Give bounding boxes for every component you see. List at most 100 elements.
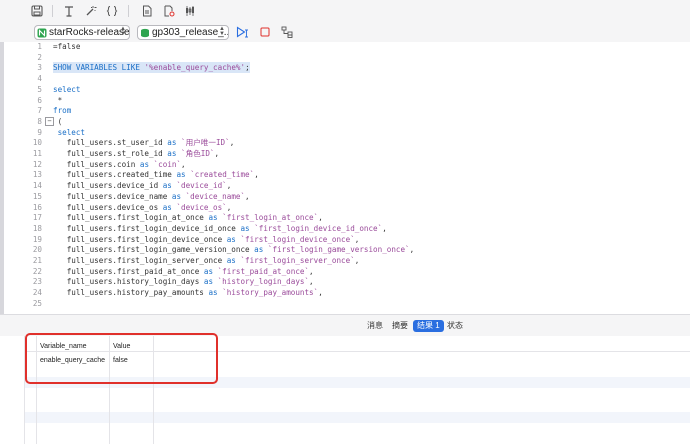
line-number: 4 <box>37 74 42 84</box>
line-number: 15 <box>32 191 42 201</box>
column-header-variable-name[interactable]: Variable_name <box>40 341 87 352</box>
database-name: gp303_release_... <box>152 27 228 38</box>
result-grid: Variable_name Value enable_query_cache f… <box>0 336 690 444</box>
line-number: 10 <box>32 138 42 148</box>
code-line[interactable]: 22 full_users.first_paid_at_once as `fir… <box>4 266 690 277</box>
code-text: full_users.st_role_id as `角色ID`, <box>53 149 220 158</box>
grid-empty-row <box>24 377 690 388</box>
code-line[interactable]: 12 full_users.coin as `coin`, <box>4 159 690 170</box>
line-number: 11 <box>32 149 42 158</box>
code-line[interactable]: 14 full_users.device_id as `device_id`, <box>4 180 690 191</box>
grid-empty-row <box>24 412 690 423</box>
code-line[interactable]: 1 =false <box>4 42 690 52</box>
code-text: ( <box>53 116 63 126</box>
connection-select[interactable]: starRocks-release ▲ ▼ <box>34 25 130 40</box>
code-text: =false <box>53 42 81 51</box>
line-number: 1 <box>37 42 42 51</box>
explain-plan-icon[interactable] <box>280 25 294 39</box>
tab-messages[interactable]: 消息 <box>367 320 383 332</box>
line-number: 7 <box>37 106 42 116</box>
code-line[interactable]: 17 full_users.first_login_at_once as `fi… <box>4 212 690 223</box>
cell-value[interactable]: false <box>113 355 128 366</box>
code-line[interactable]: 16 full_users.device_os as `device_os`, <box>4 202 690 213</box>
code-text: full_users.first_login_at_once as `first… <box>53 213 323 223</box>
code-text: full_users.history_login_days as `histor… <box>53 277 314 287</box>
code-line[interactable]: 15 full_users.device_name as `device_nam… <box>4 191 690 202</box>
code-line[interactable]: 24 full_users.history_pay_amounts as `hi… <box>4 287 690 298</box>
code-line[interactable]: 9 select <box>4 127 690 138</box>
code-text: full_users.first_login_game_version_once… <box>53 245 415 255</box>
code-text: full_users.first_login_device_id_once as… <box>53 223 387 233</box>
code-line[interactable]: 23 full_users.history_login_days as `his… <box>4 276 690 287</box>
line-number: 18 <box>32 223 42 233</box>
code-line[interactable]: 2 <box>4 52 690 63</box>
document-refresh-icon[interactable] <box>162 4 176 18</box>
code-line[interactable]: 10 full_users.st_user_id as `用户唯一ID`, <box>4 137 690 148</box>
code-text: select <box>57 127 86 137</box>
format-icon[interactable] <box>62 4 76 18</box>
code-line[interactable]: 7 from <box>4 105 690 116</box>
code-text: full_users.first_paid_at_once as `first_… <box>53 266 314 276</box>
code-line[interactable]: 19 full_users.first_login_device_once as… <box>4 234 690 245</box>
code-text: from <box>53 106 72 116</box>
code-text: * <box>53 95 63 105</box>
code-text: full_users.st_user_id as `用户唯一ID`, <box>53 138 235 148</box>
database-select[interactable]: gp303_release_... ▲ ▼ <box>137 25 229 40</box>
code-text: full_users.history_pay_amounts as `histo… <box>53 288 323 298</box>
line-number: 5 <box>37 84 42 94</box>
chevron-updown-icon: ▲ ▼ <box>120 26 126 37</box>
candlestick-chart-icon[interactable] <box>183 4 197 18</box>
code-line[interactable]: 8− ( <box>4 116 690 127</box>
line-number: 12 <box>32 159 42 169</box>
braces-icon[interactable] <box>105 4 119 18</box>
tab-result-1[interactable]: 结果 1 <box>413 320 444 332</box>
code-line[interactable]: 25 <box>4 298 690 309</box>
line-number: 17 <box>32 213 42 223</box>
code-text: select <box>53 84 81 94</box>
cell-variable-name[interactable]: enable_query_cache <box>40 355 105 366</box>
column-header-value[interactable]: Value <box>113 341 130 352</box>
code-line[interactable]: 5 select <box>4 84 690 95</box>
tab-summary[interactable]: 摘要 <box>392 320 408 332</box>
code-line[interactable]: 6 * <box>4 95 690 106</box>
magic-wand-icon[interactable] <box>84 4 98 18</box>
sql-editor[interactable]: 1 =false 2 3 SHOW VARIABLES LIKE '%enable_qu… <box>0 42 690 314</box>
code-text: full_users.first_login_server_once as `f… <box>53 256 360 265</box>
code-text: full_users.device_os as `device_os`, <box>53 202 232 212</box>
line-number: 19 <box>32 234 42 244</box>
code-line[interactable]: 13 full_users.created_time as `created_t… <box>4 169 690 180</box>
code-text: full_users.created_time as `created_time… <box>53 170 259 180</box>
code-text: full_users.device_name as `device_name`, <box>53 191 250 201</box>
line-number: 14 <box>32 181 42 191</box>
code-line[interactable]: 11 full_users.st_role_id as `角色ID`, <box>4 148 690 159</box>
connection-name: starRocks-release <box>49 27 129 38</box>
line-number: 23 <box>32 277 42 287</box>
line-number: 25 <box>32 298 42 308</box>
code-text: full_users.device_id as `device_id`, <box>53 181 232 191</box>
result-tabs: 消息 摘要 结果 1 状态 <box>0 314 690 338</box>
tab-status[interactable]: 状态 <box>447 320 463 332</box>
connection-icon <box>37 28 47 37</box>
code-line[interactable]: 20 full_users.first_login_game_version_o… <box>4 244 690 255</box>
toolbar <box>0 0 690 23</box>
line-number: 3 <box>37 63 42 73</box>
line-number: 22 <box>32 266 42 276</box>
line-number: 6 <box>37 95 42 105</box>
code-line[interactable]: 4 <box>4 73 690 84</box>
line-number: 8 <box>37 116 42 126</box>
code-text: full_users.first_login_device_once as `f… <box>53 234 360 244</box>
code-line[interactable]: 18 full_users.first_login_device_id_once… <box>4 223 690 234</box>
code-line[interactable]: 3 SHOW VARIABLES LIKE '%enable_query_cach… <box>4 62 690 74</box>
code-text: SHOW VARIABLES LIKE '%enable_query_cache… <box>53 62 250 74</box>
line-number: 2 <box>37 52 42 62</box>
line-number: 20 <box>32 245 42 255</box>
stop-icon[interactable] <box>258 25 272 39</box>
line-number: 21 <box>32 256 42 265</box>
code-line[interactable]: 21 full_users.first_login_server_once as… <box>4 255 690 266</box>
save-icon[interactable] <box>30 4 44 18</box>
line-number: 24 <box>32 288 42 298</box>
connection-bar: starRocks-release ▲ ▼ gp303_release_... ▲… <box>0 22 690 43</box>
line-number: 9 <box>37 127 42 137</box>
run-icon[interactable] <box>236 25 250 39</box>
document-icon[interactable] <box>140 4 154 18</box>
